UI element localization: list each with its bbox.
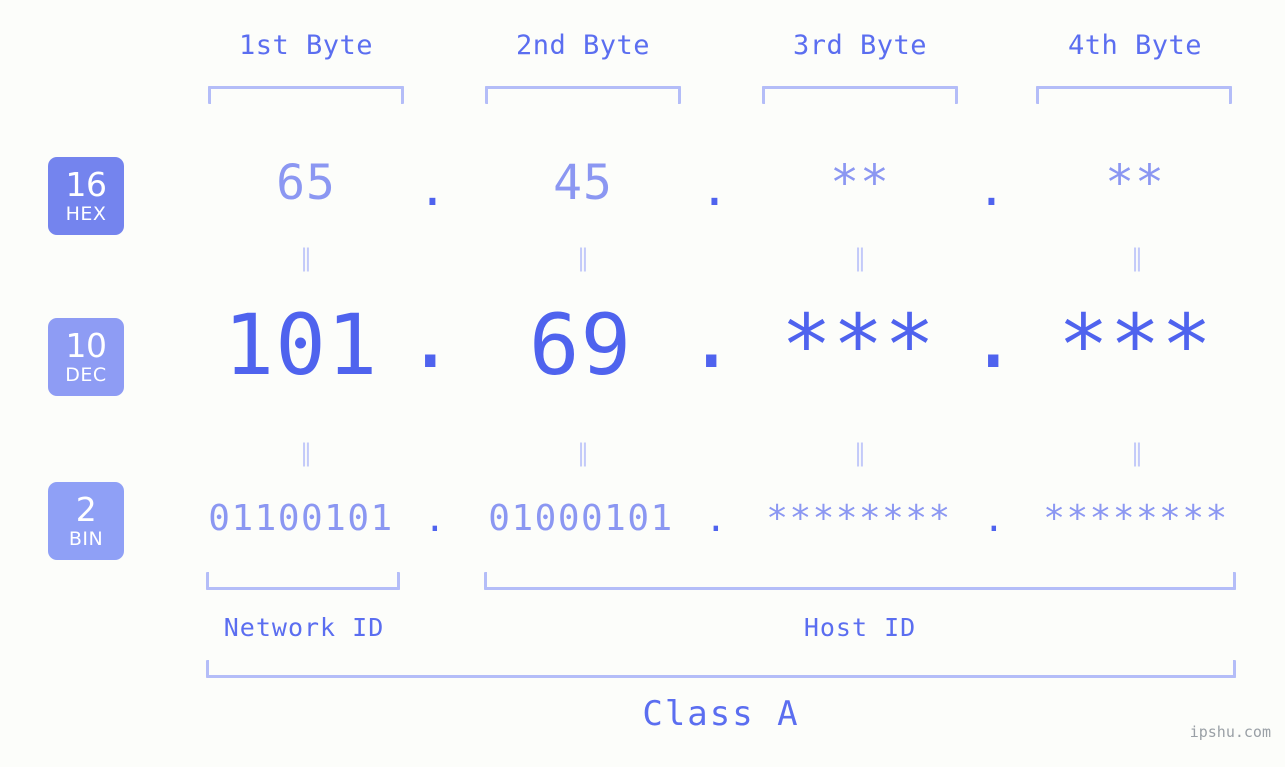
class-label: Class A <box>642 694 800 734</box>
byte-bracket-top-3 <box>762 86 958 104</box>
dec-byte-1: 101 <box>223 296 379 394</box>
hex-separator-1: . <box>418 161 447 217</box>
hex-byte-3: ** <box>830 155 890 211</box>
dec-separator-1: . <box>405 289 456 387</box>
equality-mark-dec-bin-1: ‖ <box>300 439 312 467</box>
dec-separator-3: . <box>968 289 1019 387</box>
watermark: ipshu.com <box>1189 723 1271 741</box>
byte-header-1: 1st Byte <box>238 30 374 61</box>
hex-byte-1: 65 <box>276 155 336 211</box>
bin-separator-2: . <box>705 499 727 540</box>
host-id-bracket <box>484 572 1236 590</box>
dec-byte-2: 69 <box>528 296 633 394</box>
byte-bracket-top-2 <box>485 86 681 104</box>
dec-separator-2: . <box>686 289 737 387</box>
byte-bracket-top-4 <box>1036 86 1232 104</box>
byte-bracket-top-1 <box>208 86 404 104</box>
hex-separator-2: . <box>700 161 729 217</box>
bin-byte-2: 01000101 <box>488 498 674 539</box>
host-id-label: Host ID <box>803 613 917 642</box>
dec-byte-3: *** <box>781 296 936 394</box>
network-id-bracket <box>206 572 400 590</box>
class-bracket <box>206 660 1236 678</box>
hex-byte-2: 45 <box>553 155 613 211</box>
dec-row: 101 . 69 . *** . *** <box>0 296 1285 406</box>
ip-byte-breakdown-figure: 1st Byte 2nd Byte 3rd Byte 4th Byte 16 H… <box>0 0 1285 767</box>
hex-byte-4: ** <box>1105 155 1165 211</box>
bin-separator-3: . <box>983 499 1005 540</box>
bin-row: 01100101 . 01000101 . ******** . *******… <box>0 498 1285 548</box>
bin-separator-1: . <box>424 499 446 540</box>
equality-mark-dec-bin-3: ‖ <box>854 439 866 467</box>
network-id-label: Network ID <box>223 613 385 642</box>
bin-byte-3: ******** <box>766 498 952 539</box>
bin-byte-1: 01100101 <box>208 498 394 539</box>
equality-mark-hex-dec-1: ‖ <box>300 244 312 272</box>
equality-mark-hex-dec-2: ‖ <box>577 244 589 272</box>
bin-byte-4: ******** <box>1043 498 1229 539</box>
byte-header-3: 3rd Byte <box>792 30 928 61</box>
equality-mark-dec-bin-2: ‖ <box>577 439 589 467</box>
hex-separator-3: . <box>977 161 1006 217</box>
dec-byte-4: *** <box>1058 296 1213 394</box>
byte-header-4: 4th Byte <box>1067 30 1203 61</box>
equality-mark-dec-bin-4: ‖ <box>1131 439 1143 467</box>
hex-row: 65 . 45 . ** . ** <box>0 155 1285 215</box>
equality-mark-hex-dec-4: ‖ <box>1131 244 1143 272</box>
byte-header-2: 2nd Byte <box>515 30 651 61</box>
equality-mark-hex-dec-3: ‖ <box>854 244 866 272</box>
